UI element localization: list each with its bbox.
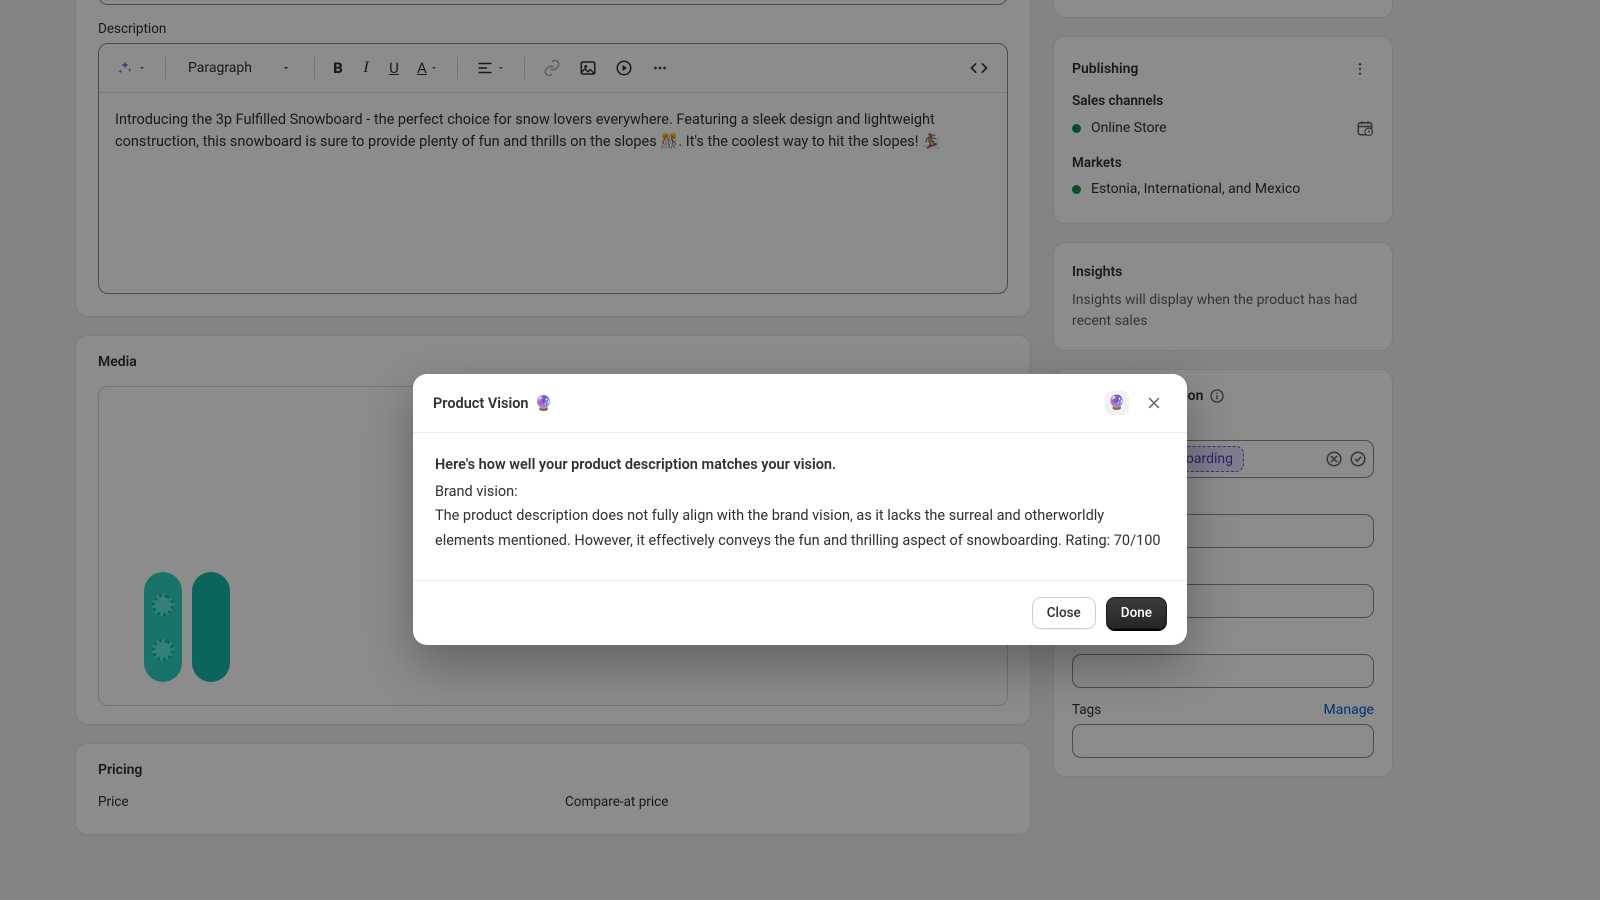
modal-close-icon[interactable] <box>1141 390 1167 416</box>
modal-title: Product Vision 🔮 <box>433 395 553 412</box>
close-button[interactable]: Close <box>1032 597 1096 629</box>
brand-vision-label: Brand vision: <box>435 480 1165 505</box>
modal-footer: Close Done <box>413 580 1187 645</box>
crystal-ball-icon: 🔮 <box>535 395 553 412</box>
modal-body-text: The product description does not fully a… <box>435 504 1165 553</box>
modal-body: Here's how well your product description… <box>413 433 1187 580</box>
modal-overlay[interactable]: Product Vision 🔮 🔮 Here's how well your … <box>0 0 1600 900</box>
done-button[interactable]: Done <box>1106 597 1167 629</box>
product-vision-modal: Product Vision 🔮 🔮 Here's how well your … <box>413 374 1187 645</box>
modal-header: Product Vision 🔮 🔮 <box>413 374 1187 433</box>
modal-icon-badge: 🔮 <box>1105 391 1129 415</box>
modal-lead: Here's how well your product description… <box>435 453 1165 478</box>
